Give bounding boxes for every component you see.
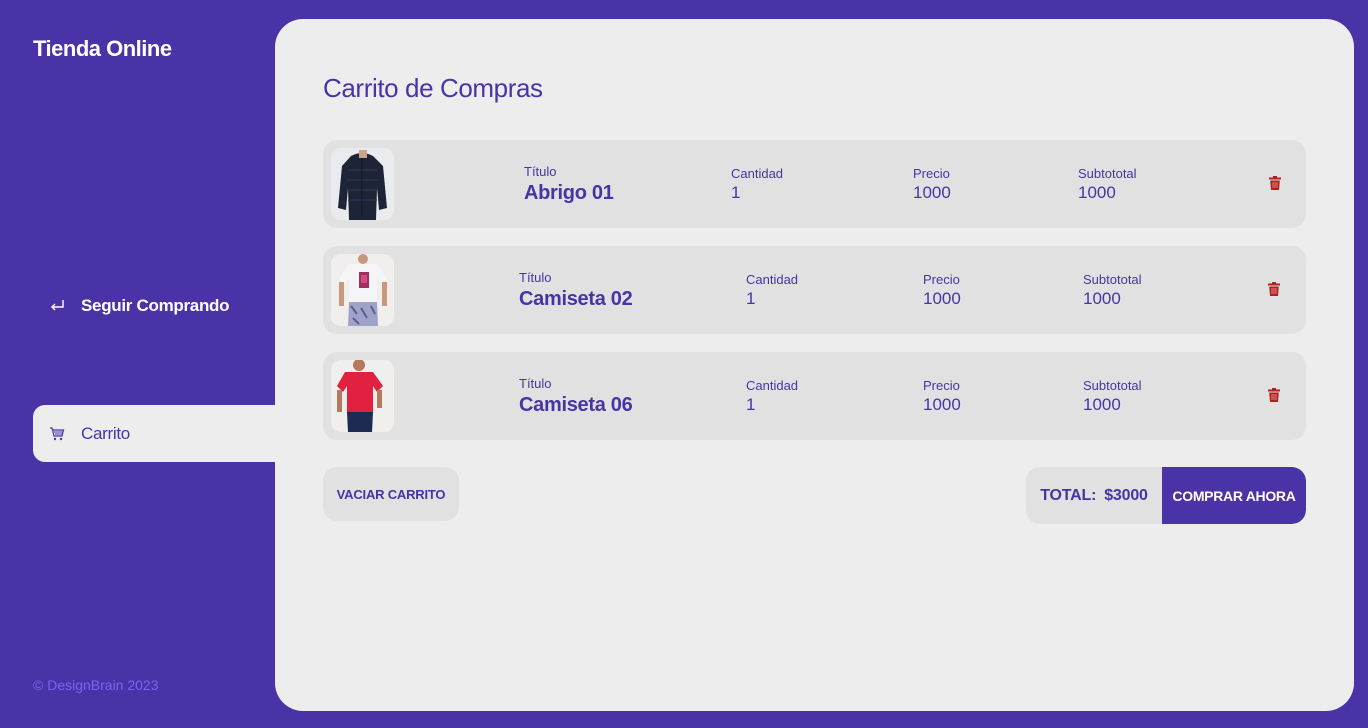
sidebar-item-label: Carrito bbox=[81, 423, 130, 443]
item-price-col: Precio 1000 bbox=[923, 378, 961, 416]
item-subtotal: 1000 bbox=[1083, 395, 1121, 414]
quantity-label: Cantidad bbox=[746, 378, 799, 393]
cart-item: Título Abrigo 01 Cantidad 1 Precio 1000 … bbox=[323, 140, 1306, 228]
subtotal-label: Subtototal bbox=[1083, 378, 1142, 393]
quantity-label: Cantidad bbox=[746, 272, 799, 287]
subtotal-label: Subtototal bbox=[1083, 272, 1142, 287]
clear-cart-button[interactable]: VACIAR CARRITO bbox=[323, 467, 459, 521]
title-label: Título bbox=[519, 270, 552, 285]
product-image-camiseta-02 bbox=[331, 254, 394, 326]
total-label: TOTAL: bbox=[1040, 486, 1097, 504]
trash-icon[interactable] bbox=[1269, 176, 1283, 192]
item-title-col: Título Abrigo 01 bbox=[524, 164, 614, 206]
trash-icon[interactable] bbox=[1268, 388, 1282, 404]
sidebar-item-carrito[interactable]: Carrito bbox=[33, 405, 275, 462]
copyright-text: © DesignBrain 2023 bbox=[33, 677, 159, 693]
cart-panel: Carrito de Compras Título Abrigo 01 Cant… bbox=[275, 19, 1354, 711]
item-subtotal: 1000 bbox=[1083, 289, 1121, 308]
price-label: Precio bbox=[913, 166, 950, 181]
item-title: Camiseta 02 bbox=[519, 288, 633, 310]
sidebar-item-label: Seguir Comprando bbox=[81, 296, 230, 315]
subtotal-label: Subtototal bbox=[1078, 166, 1137, 181]
item-subtotal-col: Subtototal 1000 bbox=[1083, 272, 1142, 310]
item-price-col: Precio 1000 bbox=[923, 272, 961, 310]
item-quantity-col: Cantidad 1 bbox=[746, 272, 798, 310]
brand-title: Tienda Online bbox=[33, 36, 172, 61]
item-price: 1000 bbox=[913, 183, 951, 202]
item-subtotal-col: Subtototal 1000 bbox=[1083, 378, 1142, 416]
price-label: Precio bbox=[923, 272, 960, 287]
item-subtotal: 1000 bbox=[1078, 183, 1116, 202]
buy-now-button[interactable]: COMPRAR AHORA bbox=[1162, 467, 1306, 524]
quantity-label: Cantidad bbox=[731, 166, 784, 181]
price-label: Precio bbox=[923, 378, 960, 393]
total-value: $3000 bbox=[1104, 486, 1148, 504]
item-price: 1000 bbox=[923, 395, 961, 414]
item-title-col: Título Camiseta 06 bbox=[519, 376, 633, 418]
item-quantity: 1 bbox=[731, 183, 741, 202]
item-title-col: Título Camiseta 02 bbox=[519, 270, 633, 312]
product-image-camiseta-06 bbox=[331, 360, 394, 432]
item-price-col: Precio 1000 bbox=[913, 166, 951, 204]
item-quantity: 1 bbox=[746, 395, 756, 414]
item-quantity-col: Cantidad 1 bbox=[746, 378, 798, 416]
total-box: TOTAL: $3000 COMPRAR AHORA bbox=[1026, 467, 1306, 524]
total-display: TOTAL: $3000 bbox=[1026, 467, 1162, 524]
sidebar-item-seguir-comprando[interactable]: Seguir Comprando bbox=[33, 283, 275, 329]
return-arrow-icon bbox=[49, 299, 65, 313]
item-price: 1000 bbox=[923, 289, 961, 308]
item-quantity-col: Cantidad 1 bbox=[731, 166, 783, 204]
item-title: Abrigo 01 bbox=[524, 182, 614, 204]
cart-item: Título Camiseta 02 Cantidad 1 Precio 100… bbox=[323, 246, 1306, 334]
title-label: Título bbox=[519, 376, 552, 391]
title-label: Título bbox=[524, 164, 557, 179]
cart-item: Título Camiseta 06 Cantidad 1 Precio 100… bbox=[323, 352, 1306, 440]
trash-icon[interactable] bbox=[1268, 282, 1282, 298]
item-quantity: 1 bbox=[746, 289, 756, 308]
item-subtotal-col: Subtototal 1000 bbox=[1078, 166, 1137, 204]
page-title: Carrito de Compras bbox=[323, 73, 543, 103]
product-image-abrigo bbox=[331, 148, 394, 220]
app-root: Tienda Online Seguir Comprando Carrito ©… bbox=[0, 0, 1368, 728]
cart-icon bbox=[49, 426, 65, 441]
item-title: Camiseta 06 bbox=[519, 394, 633, 416]
